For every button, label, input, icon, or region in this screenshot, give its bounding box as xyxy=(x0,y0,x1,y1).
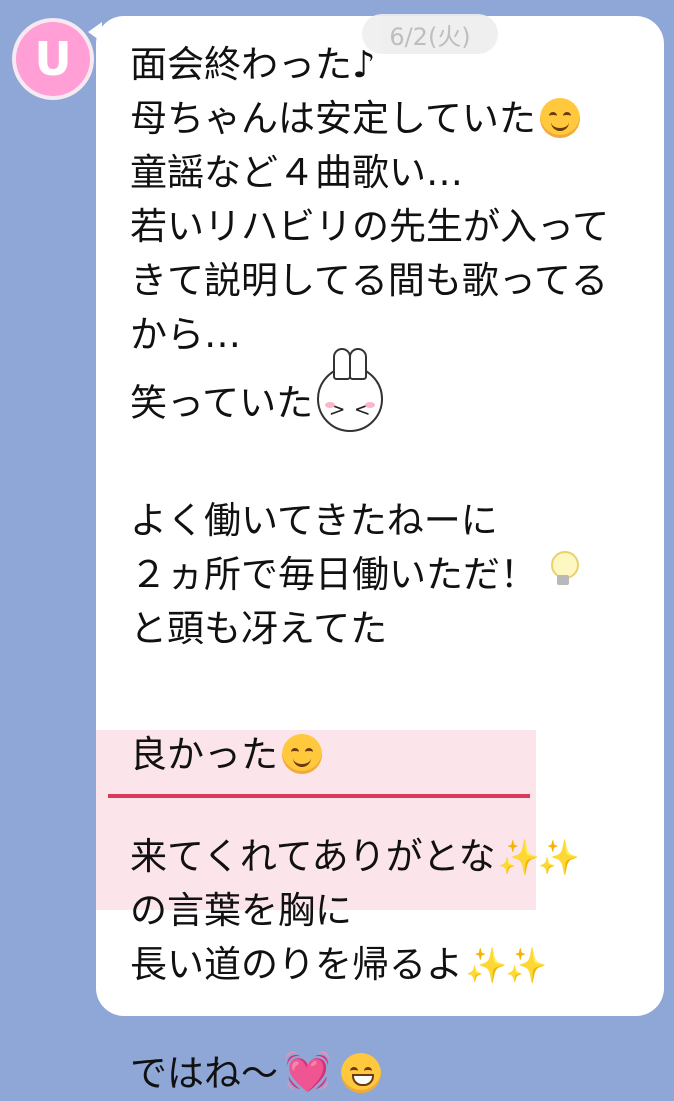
message-line: 童謡など４曲歌い… xyxy=(130,151,463,194)
message-line: ではね〜 💓 xyxy=(130,1046,650,1100)
message-line: 面会終わった♪ xyxy=(130,43,376,86)
light-bulb-icon xyxy=(549,550,579,587)
message-line: と頭も冴えてた xyxy=(130,607,388,650)
smiling-face-icon xyxy=(539,97,580,138)
smiling-face-icon xyxy=(282,733,322,774)
avatar[interactable]: U xyxy=(12,18,94,100)
message-line: の言葉を胸に xyxy=(130,889,352,932)
message-line: 良かった xyxy=(130,728,650,782)
message-line: きて説明してる間も歌ってる xyxy=(130,259,609,302)
message-line: から… xyxy=(130,313,241,356)
avatar-letter: U xyxy=(16,22,90,96)
message-text: 面会終わった♪ 母ちゃんは安定していた 童謡など４曲歌い… 若いリハビリの先生が… xyxy=(130,38,650,1100)
message-line: 母ちゃんは安定していた xyxy=(130,92,650,146)
heart-icon: 💓 xyxy=(284,1049,332,1093)
grinning-face-icon xyxy=(341,1052,382,1093)
sparkles-icon: ✨✨ xyxy=(497,838,581,878)
sparkles-icon: ✨✨ xyxy=(465,946,548,986)
message-line: 長い道のりを帰るよ✨✨ xyxy=(130,943,548,986)
message-line: 若いリハビリの先生が入って xyxy=(130,205,610,248)
cony-bunny-icon: > < xyxy=(317,348,384,432)
message-line-highlighted: 来てくれてありがとな✨✨ xyxy=(130,835,581,878)
message-line: 笑っていた > < xyxy=(130,348,650,446)
message-line: よく働いてきたねーに xyxy=(130,499,498,542)
message-line: ２ヵ所で毎日働いただ！ xyxy=(130,548,650,602)
